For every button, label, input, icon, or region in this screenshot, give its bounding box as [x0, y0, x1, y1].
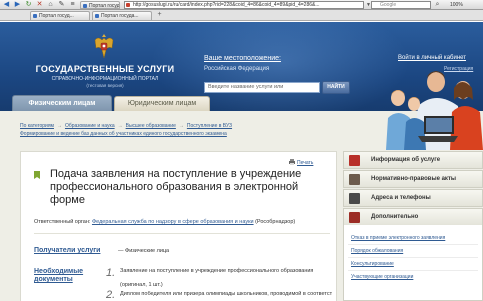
zoom-level[interactable]: 100%	[450, 1, 463, 9]
sidebar-link[interactable]: Участвующие организации	[351, 274, 413, 280]
find-button[interactable]: НАЙТИ	[322, 81, 350, 94]
department-link[interactable]: Федеральная служба по надзору в сфере об…	[92, 219, 254, 225]
breadcrumb-link[interactable]: Формирование и ведение баз данных об уча…	[20, 131, 227, 137]
recipients-value: — Физические лица	[118, 248, 170, 254]
forward-icon[interactable]: ▶	[13, 1, 22, 9]
info-icon	[349, 155, 360, 166]
location-link[interactable]: Ваше местоположение:	[204, 55, 281, 62]
sidebar-item-label: Нормативно-правовые акты	[371, 176, 457, 182]
breadcrumb-link[interactable]: Поступление в ВУЗ	[187, 123, 232, 129]
service-search-input[interactable]: Введите название услуги или	[204, 82, 320, 93]
sidebar-item-label: Дополнительно	[371, 214, 419, 220]
additional-links: Отказ в приеме электронного заявления По…	[343, 225, 483, 301]
location-value: Российская Федерация	[204, 66, 270, 72]
breadcrumb-link[interactable]: По категориям	[20, 123, 54, 129]
breadcrumb-arrow-icon: →	[117, 123, 123, 129]
home-icon[interactable]: ⌂	[46, 1, 55, 9]
page-title: Подача заявления на поступление в учрежд…	[50, 168, 302, 206]
document-number: 2.	[106, 289, 116, 301]
stop-icon[interactable]: ✕	[35, 1, 44, 9]
document-item: Диплом победителя или призера олимпиады …	[120, 291, 332, 297]
breadcrumb-second-row: Формирование и ведение баз данных об уча…	[20, 131, 227, 137]
menu-icon[interactable]: ≡	[68, 1, 77, 9]
sidebar-item-additional[interactable]: Дополнительно	[343, 208, 483, 226]
browser-tab-1[interactable]: Портал госуд...	[30, 11, 90, 20]
bookmark-icon[interactable]: ✎	[57, 1, 66, 9]
bookmark-flag-icon	[34, 171, 40, 179]
sidebar-link[interactable]: Консультирование	[351, 261, 394, 267]
sidebar-item-label: Адреса и телефоны	[371, 195, 431, 201]
site-version: (тестовая версия)	[86, 83, 124, 88]
browser-search-input[interactable]: Google	[371, 1, 431, 9]
responsible-department: Ответственный орган: Федеральная служба …	[34, 219, 334, 225]
breadcrumb-arrow-icon: →	[178, 123, 184, 129]
breadcrumb-arrow-icon: →	[56, 123, 62, 129]
divider	[348, 244, 478, 245]
divider	[34, 233, 330, 234]
sidebar-item-legal-acts[interactable]: Нормативно-правовые акты	[343, 170, 483, 188]
document-number: 1.	[106, 267, 116, 279]
search-icon[interactable]: ⌕	[433, 1, 442, 9]
phone-icon	[349, 193, 360, 204]
coat-of-arms-icon	[94, 34, 114, 59]
printer-icon[interactable]	[289, 159, 295, 165]
address-bar[interactable]: http://gosuslugi.ru/ru/card/index.php?ri…	[124, 1, 364, 9]
sidebar-item-addresses[interactable]: Адреса и телефоны	[343, 189, 483, 207]
tab-legal-entities[interactable]: Юридическим лицам	[114, 96, 210, 111]
documents-label-line2[interactable]: документы	[34, 276, 73, 284]
folder-icon	[349, 212, 360, 223]
browser-tab-2[interactable]: Портал госуда...	[92, 11, 152, 20]
documents-label[interactable]: Необходимые	[34, 268, 83, 276]
top-tab[interactable]: Портал госуда...	[80, 1, 120, 9]
site-title[interactable]: ГОСУДАРСТВЕННЫЕ УСЛУГИ	[10, 64, 200, 74]
back-icon[interactable]: ◀	[2, 1, 11, 9]
family-photo	[386, 71, 483, 150]
print-link[interactable]: Печать	[297, 160, 313, 166]
document-item-note: (оригинал, 1 шт.)	[120, 282, 163, 288]
divider	[348, 270, 478, 271]
reload-icon[interactable]: ↻	[24, 1, 33, 9]
sidebar-link[interactable]: Отказ в приеме электронного заявления	[351, 235, 445, 241]
site-subtitle: СПРАВОЧНО-ИНФОРМАЦИОННЫЙ ПОРТАЛ	[51, 76, 159, 82]
sidebar-item-service-info[interactable]: Информация об услуге	[343, 151, 483, 169]
browser-toolbar: ◀ ▶ ↻ ✕ ⌂ ✎ ≡ Портал госуда... http://go…	[0, 0, 483, 10]
breadcrumb: По категориям → Образование и наука → Высшее…	[20, 123, 232, 129]
browser-tab-strip: Портал госуд... Портал госуда... +	[0, 10, 483, 21]
sidebar-link[interactable]: Порядок обжалования	[351, 248, 403, 254]
department-suffix: (Рособрнадзор)	[255, 219, 296, 225]
document-item: Заявление на поступление в учреждение пр…	[120, 268, 314, 274]
breadcrumb-link[interactable]: Образование и наука	[65, 123, 115, 129]
recipients-label[interactable]: Получатели услуги	[34, 247, 100, 255]
sidebar-item-label: Информация об услуге	[371, 157, 441, 163]
breadcrumb-link[interactable]: Высшее образование	[126, 123, 176, 129]
department-prefix: Ответственный орган:	[34, 219, 91, 225]
divider	[348, 257, 478, 258]
tab-individuals[interactable]: Физическим лицам	[12, 95, 112, 111]
book-icon	[349, 174, 360, 185]
new-tab-icon[interactable]: +	[155, 11, 164, 19]
